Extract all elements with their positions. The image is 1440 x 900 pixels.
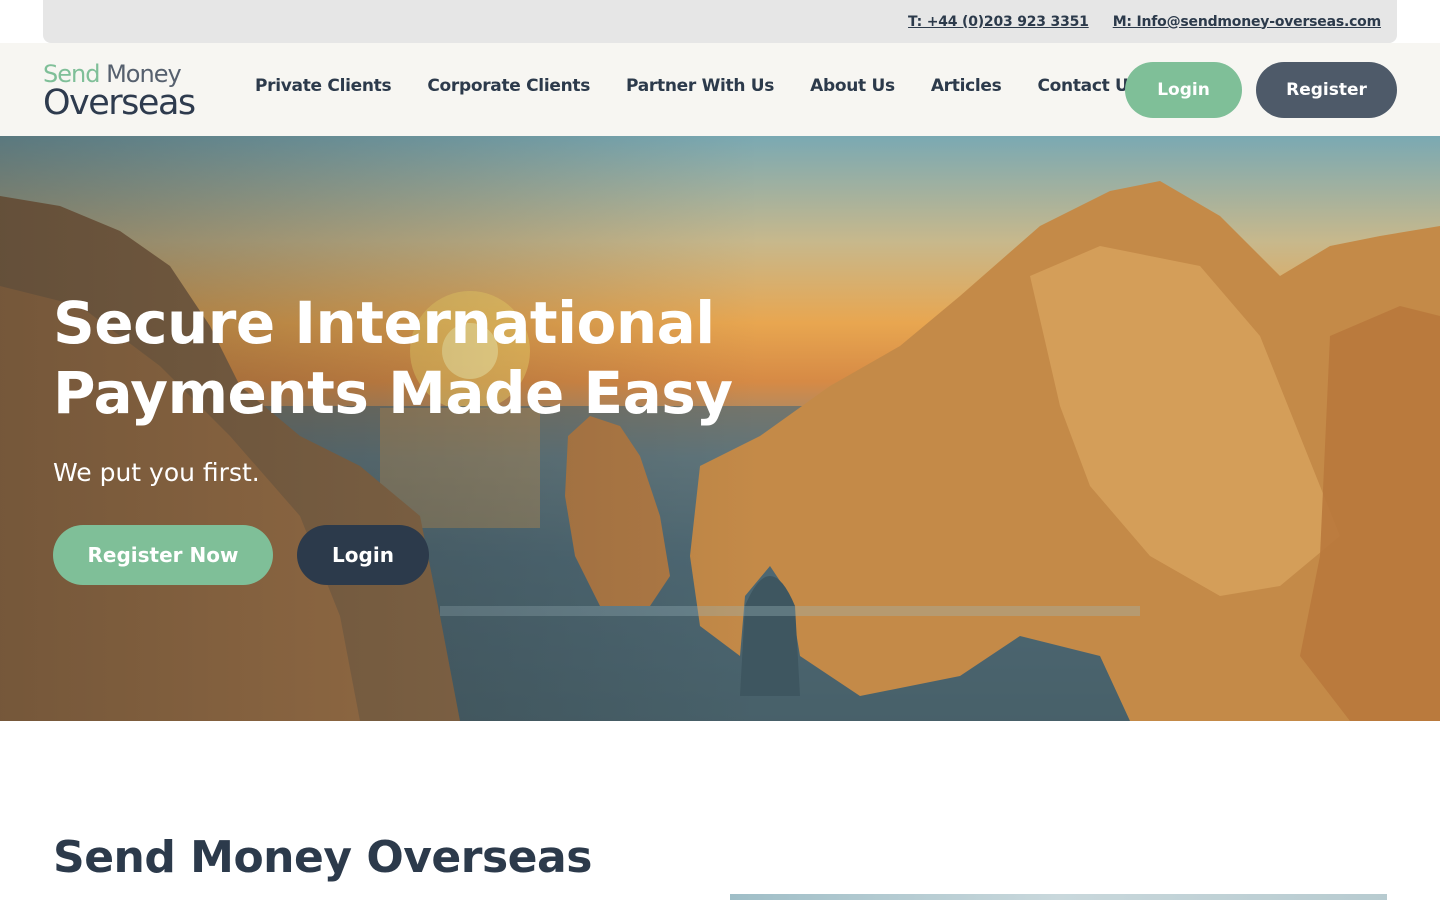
nav-item-partner-with-us[interactable]: Partner With Us: [626, 76, 774, 96]
nav-item-articles[interactable]: Articles: [931, 76, 1002, 96]
logo-word-overseas: Overseas: [43, 83, 196, 123]
hero-overlay: [0, 136, 760, 721]
header-register-button[interactable]: Register: [1256, 62, 1397, 118]
email-link[interactable]: M: Info@sendmoney-overseas.com: [1113, 14, 1381, 30]
hero-login-button[interactable]: Login: [297, 525, 429, 585]
register-now-button[interactable]: Register Now: [53, 525, 273, 585]
section-title: Send Money Overseas: [53, 832, 592, 883]
site-header: Send Money Overseas Private Clients Corp…: [0, 43, 1440, 136]
hero-title: Secure International Payments Made Easy: [53, 288, 753, 428]
nav-item-corporate-clients[interactable]: Corporate Clients: [427, 76, 590, 96]
nav-item-contact-us[interactable]: Contact Us: [1037, 76, 1138, 96]
hero-title-line-2: Payments Made Easy: [53, 359, 733, 427]
logo[interactable]: Send Money Overseas: [43, 61, 213, 121]
main-nav: Private Clients Corporate Clients Partne…: [255, 76, 1139, 96]
contact-bar: T: +44 (0)203 923 3351 M: Info@sendmoney…: [43, 0, 1397, 43]
nav-item-private-clients[interactable]: Private Clients: [255, 76, 392, 96]
section-image: [730, 894, 1387, 900]
header-login-button[interactable]: Login: [1125, 62, 1242, 118]
hero-banner: Secure International Payments Made Easy …: [0, 136, 1440, 721]
phone-link[interactable]: T: +44 (0)203 923 3351: [908, 14, 1089, 30]
nav-item-about-us[interactable]: About Us: [810, 76, 895, 96]
hero-subtitle: We put you first.: [53, 458, 260, 487]
hero-title-line-1: Secure International: [53, 289, 715, 357]
